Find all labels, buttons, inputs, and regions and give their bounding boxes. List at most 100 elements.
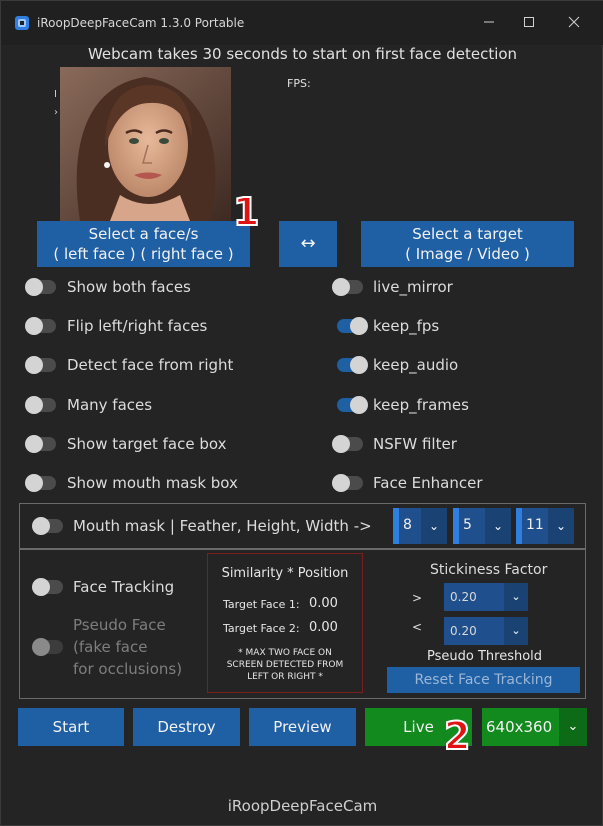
target-face-2-value: 0.00 xyxy=(309,620,338,635)
switch-flip-faces[interactable] xyxy=(25,317,56,335)
switch-live-mirror[interactable] xyxy=(332,278,363,296)
stickiness-title: Stickiness Factor xyxy=(430,562,548,578)
switch-mouth-mask[interactable] xyxy=(32,517,63,535)
select-faces-line1: Select a face/s xyxy=(88,225,199,243)
label-keep-fps: keep_fps xyxy=(373,317,440,335)
switch-knob xyxy=(332,435,350,453)
gt-symbol: > xyxy=(412,591,423,605)
left-mark-1: I xyxy=(54,89,57,100)
mouth-mask-feather-select[interactable]: 8 ⌄ xyxy=(393,508,447,544)
source-face-image xyxy=(60,67,231,221)
resolution-select[interactable]: 640x360 ⌄ xyxy=(482,708,587,746)
label-live-mirror: live_mirror xyxy=(373,278,453,296)
feather-value: 8 xyxy=(403,517,412,533)
note-line-3: LEFT OR RIGHT * xyxy=(247,672,323,682)
target-face-1-value: 0.00 xyxy=(309,596,338,611)
switch-pseudo-face[interactable] xyxy=(32,638,63,656)
switch-knob xyxy=(25,435,43,453)
label-show-mouth-mask-box: Show mouth mask box xyxy=(67,474,238,492)
window-title: iRoopDeepFaceCam 1.3.0 Portable xyxy=(37,16,245,30)
switch-show-both-faces[interactable] xyxy=(25,278,56,296)
destroy-button[interactable]: Destroy xyxy=(133,708,240,746)
switch-knob xyxy=(32,578,50,596)
switch-knob xyxy=(25,317,43,335)
switch-nsfw-filter[interactable] xyxy=(332,435,363,453)
select-target-line2: ( Image / Video ) xyxy=(405,245,530,263)
label-show-target-box: Show target face box xyxy=(67,435,227,453)
switch-keep-fps[interactable] xyxy=(337,317,368,335)
reset-face-tracking-button[interactable]: Reset Face Tracking xyxy=(387,667,580,693)
label-keep-audio: keep_audio xyxy=(373,356,459,374)
chevron-down-icon: ⌄ xyxy=(559,708,587,746)
pseudo-threshold-label: Pseudo Threshold xyxy=(427,649,543,664)
label-pseudo-face-line2: (fake face xyxy=(73,638,148,656)
switch-knob xyxy=(332,474,350,492)
label-many-faces: Many faces xyxy=(67,396,153,414)
switch-knob xyxy=(332,278,350,296)
label-flip-faces: Flip left/right faces xyxy=(67,317,208,335)
switch-knob xyxy=(25,474,43,492)
mouth-mask-height-select[interactable]: 5 ⌄ xyxy=(453,508,511,544)
chevron-down-icon: ⌄ xyxy=(548,508,574,544)
target-face-1-label: Target Face 1: xyxy=(223,598,300,611)
switch-show-target-box[interactable] xyxy=(25,435,56,453)
swap-faces-button[interactable]: ↔ xyxy=(279,221,337,267)
select-target-line1: Select a target xyxy=(412,225,523,243)
title-bar[interactable]: iRoopDeepFaceCam 1.3.0 Portable xyxy=(1,1,603,45)
label-detect-from-right: Detect face from right xyxy=(67,356,234,374)
switch-show-mouth-mask-box[interactable] xyxy=(25,474,56,492)
stickiness-lt-select[interactable]: 0.20 ⌄ xyxy=(444,617,528,645)
switch-face-enhancer[interactable] xyxy=(332,474,363,492)
switch-knob xyxy=(25,396,43,414)
lt-symbol: < xyxy=(412,620,423,634)
target-face-2-label: Target Face 2: xyxy=(223,622,300,635)
label-pseudo-face-line3: for occlusions) xyxy=(73,660,183,678)
label-keep-frames: keep_frames xyxy=(373,396,469,414)
close-icon[interactable] xyxy=(560,11,588,35)
start-button[interactable]: Start xyxy=(18,708,124,746)
switch-keep-frames[interactable] xyxy=(337,396,368,414)
footer-app-name: iRoopDeepFaceCam xyxy=(227,797,378,815)
annotation-badge-1: 1 xyxy=(232,189,260,235)
stickiness-gt-value: 0.20 xyxy=(450,590,477,604)
chevron-down-icon: ⌄ xyxy=(421,508,447,544)
label-nsfw-filter: NSFW filter xyxy=(373,435,457,453)
label-mouth-mask: Mouth mask | Feather, Height, Width -> xyxy=(73,517,372,535)
switch-detect-from-right[interactable] xyxy=(25,356,56,374)
maximize-icon[interactable] xyxy=(515,11,543,35)
switch-knob xyxy=(32,638,50,656)
preview-button[interactable]: Preview xyxy=(249,708,356,746)
minimize-icon[interactable] xyxy=(475,11,503,35)
label-pseudo-face-line1: Pseudo Face xyxy=(73,616,166,634)
switch-face-tracking[interactable] xyxy=(32,578,63,596)
left-mark-2: › xyxy=(54,107,58,118)
switch-many-faces[interactable] xyxy=(25,396,56,414)
startup-info-text: Webcam takes 30 seconds to start on firs… xyxy=(87,45,518,63)
switch-knob xyxy=(350,396,368,414)
chevron-down-icon: ⌄ xyxy=(485,508,511,544)
label-face-tracking: Face Tracking xyxy=(73,578,175,596)
resolution-value: 640x360 xyxy=(486,718,553,736)
app-icon xyxy=(15,16,29,30)
select-target-button[interactable]: Select a target ( Image / Video ) xyxy=(361,221,574,267)
note-line-2: SCREEN DETECTED FROM xyxy=(226,660,344,670)
stickiness-lt-value: 0.20 xyxy=(450,624,477,638)
annotation-badge-2: 2 xyxy=(443,713,471,759)
note-line-1: * MAX TWO FACE ON xyxy=(238,648,332,658)
stickiness-gt-select[interactable]: 0.20 ⌄ xyxy=(444,583,528,611)
switch-knob xyxy=(350,356,368,374)
similarity-title: Similarity * Position xyxy=(221,566,349,581)
mouth-mask-width-select[interactable]: 11 ⌄ xyxy=(516,508,574,544)
label-face-enhancer: Face Enhancer xyxy=(373,474,483,492)
app-window: iRoopDeepFaceCam 1.3.0 Portable Webcam t… xyxy=(0,0,603,826)
switch-knob xyxy=(25,278,43,296)
height-value: 5 xyxy=(463,517,472,533)
max-two-face-note: * MAX TWO FACE ON SCREEN DETECTED FROM L… xyxy=(207,647,363,683)
switch-knob xyxy=(25,356,43,374)
select-faces-button[interactable]: Select a face/s ( left face ) ( right fa… xyxy=(37,221,250,267)
switch-knob xyxy=(32,517,50,535)
switch-keep-audio[interactable] xyxy=(337,356,368,374)
width-value: 11 xyxy=(526,517,544,533)
chevron-down-icon: ⌄ xyxy=(504,583,528,611)
switch-knob xyxy=(350,317,368,335)
